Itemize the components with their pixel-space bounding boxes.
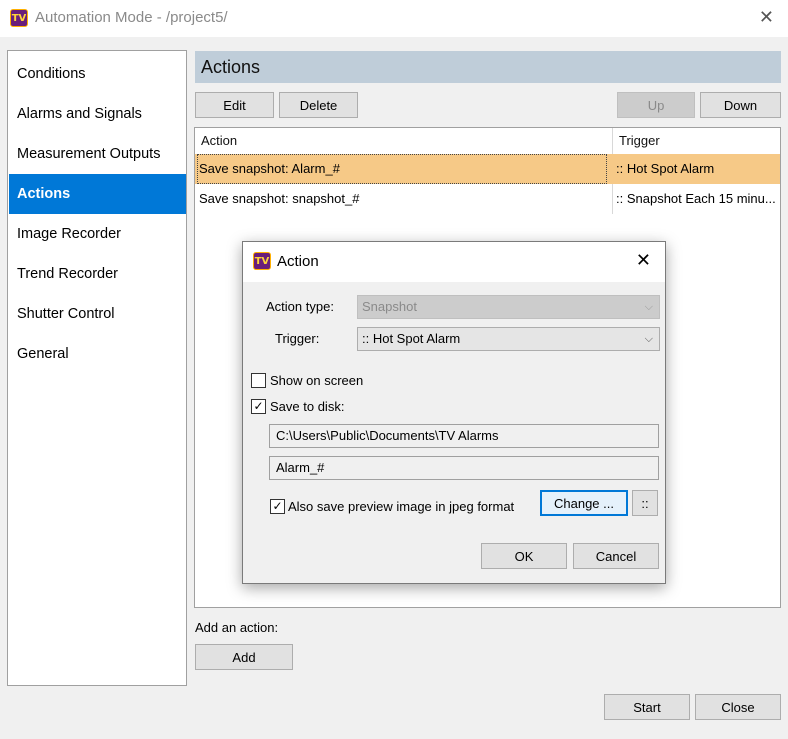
checkmark-icon: ✓ bbox=[272, 499, 283, 513]
title-bar: TV Automation Mode - /project5/ ✕ bbox=[0, 0, 788, 37]
table-cell-trigger: :: Snapshot Each 15 minu... bbox=[616, 191, 776, 206]
edit-button[interactable]: Edit bbox=[195, 92, 274, 118]
action-dialog: TV Action ✕ Action type: Snapshot ⌵ Trig… bbox=[242, 241, 666, 584]
column-header-trigger[interactable]: Trigger bbox=[613, 128, 779, 154]
dialog-title-bar: TV Action ✕ bbox=[243, 242, 665, 282]
sidebar-item-general[interactable]: General bbox=[9, 334, 186, 374]
action-type-value: Snapshot bbox=[362, 299, 417, 314]
trigger-value: :: Hot Spot Alarm bbox=[362, 331, 461, 346]
cancel-button[interactable]: Cancel bbox=[573, 543, 659, 569]
sidebar-item-actions[interactable]: Actions bbox=[9, 174, 186, 214]
up-button[interactable]: Up bbox=[617, 92, 695, 118]
app-logo-icon: TV bbox=[10, 9, 28, 27]
sidebar-item-image-recorder[interactable]: Image Recorder bbox=[9, 214, 186, 254]
show-on-screen-checkbox[interactable] bbox=[251, 373, 266, 388]
table-cell-action: Save snapshot: snapshot_# bbox=[199, 191, 360, 206]
table-cell-action: Save snapshot: Alarm_# bbox=[197, 154, 607, 184]
app-logo-icon: TV bbox=[253, 252, 271, 270]
sidebar-item-alarms-and-signals[interactable]: Alarms and Signals bbox=[9, 94, 186, 134]
change-button[interactable]: Change ... bbox=[540, 490, 628, 516]
action-type-select[interactable]: Snapshot ⌵ bbox=[357, 295, 660, 319]
table-cell-trigger: :: Hot Spot Alarm bbox=[616, 161, 715, 176]
close-icon[interactable]: ✕ bbox=[759, 9, 774, 27]
close-button[interactable]: Close bbox=[695, 694, 781, 720]
folder-path-field[interactable]: C:\Users\Public\Documents\TV Alarms bbox=[269, 424, 659, 448]
add-action-label: Add an action: bbox=[195, 620, 279, 635]
sidebar-item-conditions[interactable]: Conditions bbox=[9, 54, 186, 94]
table-row[interactable]: Save snapshot: Alarm_# :: Hot Spot Alarm bbox=[195, 154, 780, 184]
jpeg-preview-label[interactable]: Also save preview image in jpeg format bbox=[288, 499, 514, 514]
save-to-disk-checkbox[interactable]: ✓ bbox=[251, 399, 266, 414]
add-button[interactable]: Add bbox=[195, 644, 293, 670]
save-to-disk-label[interactable]: Save to disk: bbox=[270, 399, 344, 414]
sidebar-item-shutter-control[interactable]: Shutter Control bbox=[9, 294, 186, 334]
jpeg-preview-checkbox[interactable]: ✓ bbox=[270, 499, 285, 514]
more-options-button[interactable]: :: bbox=[632, 490, 658, 516]
column-header-action[interactable]: Action bbox=[195, 128, 611, 154]
start-button[interactable]: Start bbox=[604, 694, 690, 720]
checkmark-icon: ✓ bbox=[253, 399, 264, 413]
down-button[interactable]: Down bbox=[700, 92, 781, 118]
delete-button[interactable]: Delete bbox=[279, 92, 358, 118]
section-header: Actions bbox=[195, 51, 781, 83]
chevron-down-icon: ⌵ bbox=[644, 332, 653, 345]
action-type-label: Action type: bbox=[266, 299, 334, 314]
chevron-down-icon: ⌵ bbox=[644, 300, 653, 313]
file-name-field[interactable]: Alarm_# bbox=[269, 456, 659, 480]
close-icon[interactable]: ✕ bbox=[636, 252, 651, 270]
sidebar-item-measurement-outputs[interactable]: Measurement Outputs bbox=[9, 134, 186, 174]
window-title: Automation Mode - /project5/ bbox=[35, 9, 228, 26]
trigger-select[interactable]: :: Hot Spot Alarm ⌵ bbox=[357, 327, 660, 351]
sidebar-item-trend-recorder[interactable]: Trend Recorder bbox=[9, 254, 186, 294]
show-on-screen-label[interactable]: Show on screen bbox=[270, 373, 363, 388]
ok-button[interactable]: OK bbox=[481, 543, 567, 569]
table-row[interactable]: Save snapshot: snapshot_# :: Snapshot Ea… bbox=[195, 184, 780, 214]
trigger-label: Trigger: bbox=[275, 331, 320, 346]
dialog-title: Action bbox=[277, 253, 319, 270]
sidebar: Conditions Alarms and Signals Measuremen… bbox=[7, 50, 187, 686]
